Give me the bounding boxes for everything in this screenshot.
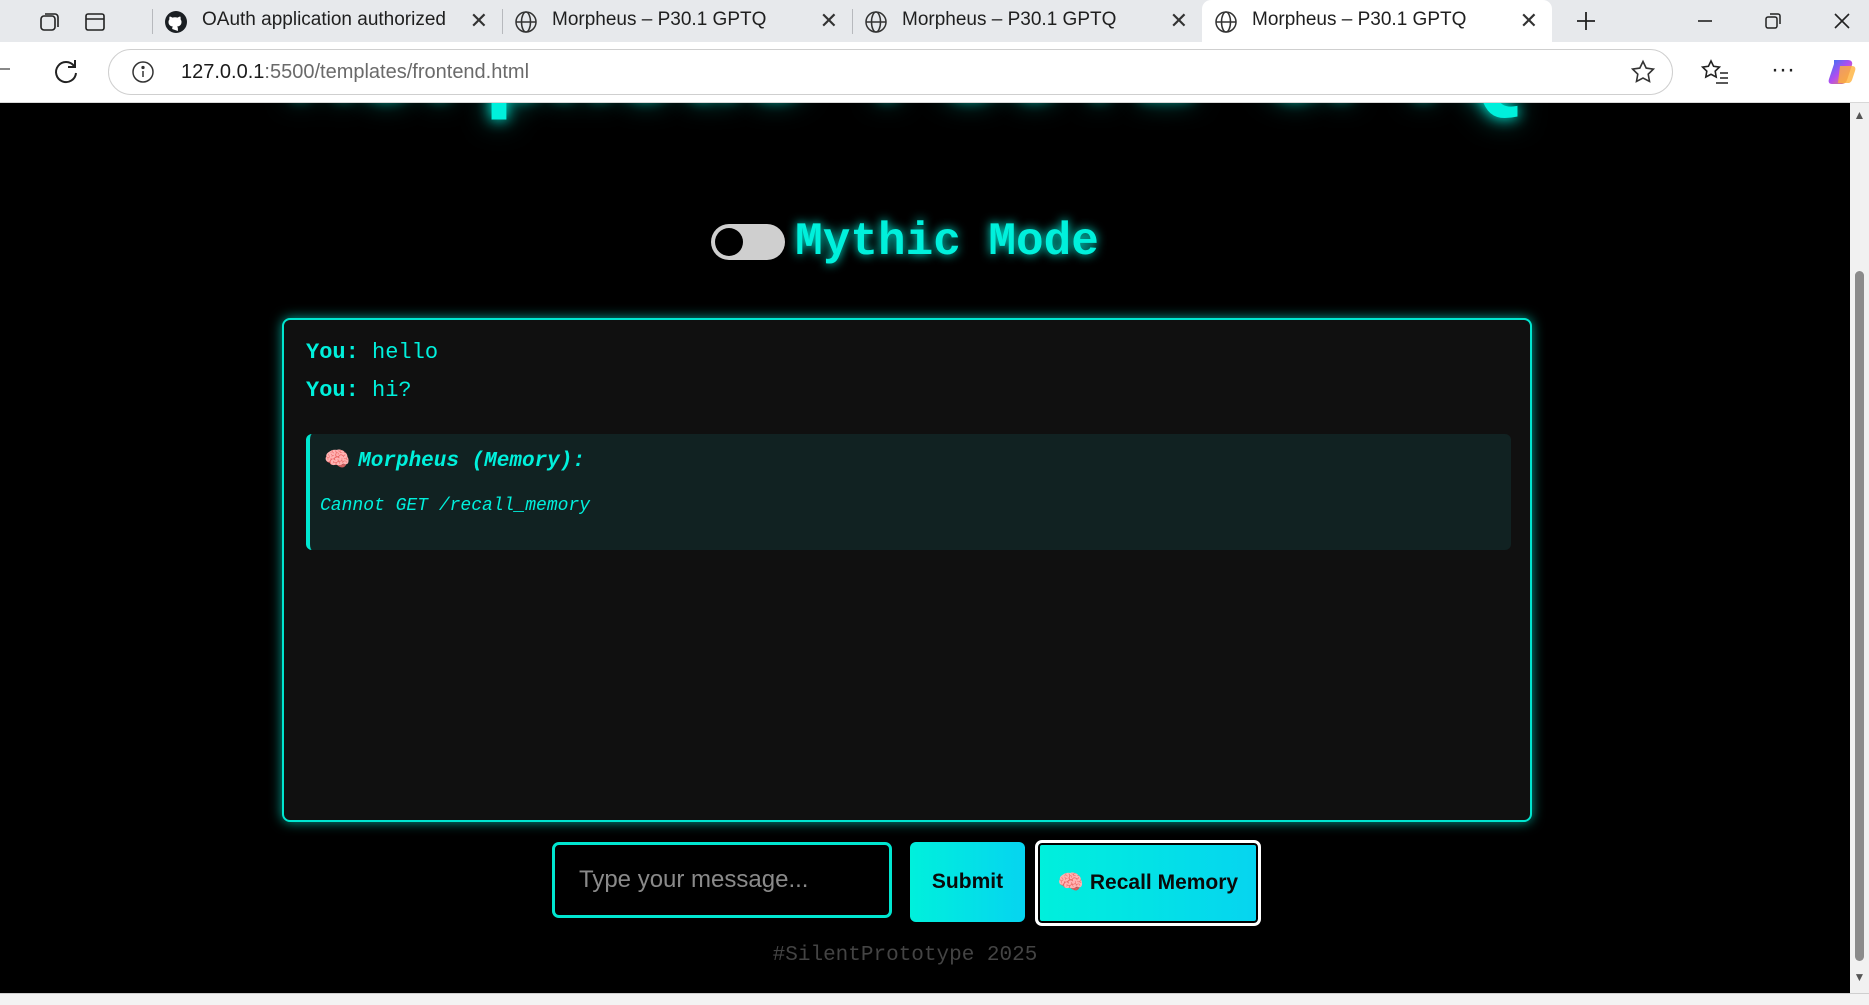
scroll-down-icon[interactable]: ▼ — [1853, 971, 1866, 984]
tab-morpheus-active[interactable]: Morpheus – P30.1 GPTQ ✕ — [1202, 0, 1552, 42]
tab-title: Morpheus – P30.1 GPTQ — [1252, 9, 1467, 30]
url-path: :5500/templates/frontend.html — [264, 61, 530, 83]
tab-separator — [152, 9, 153, 34]
globe-icon — [864, 10, 888, 34]
minimize-icon[interactable] — [1685, 4, 1725, 38]
more-options-icon[interactable]: ··· — [1768, 58, 1798, 84]
url-text[interactable]: 127.0.0.1:5500/templates/frontend.html — [181, 61, 529, 84]
favorites-list-icon[interactable] — [1700, 58, 1730, 86]
memory-response-card: 🧠 Morpheus (Memory): Cannot GET /recall_m… — [306, 434, 1511, 550]
page-viewport: Morpheus P30.1 GPTQ Mythic Mode You: hel… — [0, 103, 1850, 993]
window-bottom-edge — [0, 993, 1869, 1005]
tab-morpheus-1[interactable]: Morpheus – P30.1 GPTQ ✕ — [502, 0, 852, 42]
scroll-up-icon[interactable]: ▲ — [1853, 109, 1866, 122]
workspaces-icon[interactable] — [32, 5, 66, 39]
address-toolbar: 127.0.0.1:5500/templates/frontend.html ·… — [0, 42, 1869, 103]
mythic-mode-toggle[interactable] — [711, 224, 786, 260]
mythic-mode-label: Mythic Mode — [795, 216, 1099, 268]
input-row: Submit 🧠 Recall Memory — [0, 839, 1810, 926]
refresh-icon[interactable] — [50, 56, 82, 88]
address-bar[interactable]: 127.0.0.1:5500/templates/frontend.html — [108, 49, 1673, 95]
chat-message: You: hello — [306, 340, 438, 365]
vertical-tabs-icon[interactable] — [78, 5, 112, 39]
new-tab-icon[interactable] — [1566, 4, 1606, 38]
tab-title: OAuth application authorized — [202, 9, 446, 30]
brain-icon: 🧠 — [324, 450, 351, 473]
recall-memory-button[interactable]: 🧠 Recall Memory — [1035, 840, 1261, 926]
page-title: Morpheus P30.1 GPTQ — [0, 103, 1810, 130]
memory-heading-text: Morpheus (Memory): — [358, 450, 585, 473]
tab-separator — [502, 9, 503, 34]
tab-morpheus-2[interactable]: Morpheus – P30.1 GPTQ ✕ — [852, 0, 1202, 42]
browser-tab-strip: OAuth application authorized ✕ Morpheus … — [0, 0, 1869, 42]
submit-button[interactable]: Submit — [910, 842, 1025, 922]
footer-tag: #SilentPrototype 2025 — [772, 944, 1038, 967]
close-window-icon[interactable] — [1822, 4, 1862, 38]
message-input[interactable] — [552, 842, 892, 918]
globe-icon — [1214, 10, 1238, 34]
tab-title: Morpheus – P30.1 GPTQ — [552, 9, 767, 30]
url-host: 127.0.0.1 — [181, 61, 265, 83]
back-icon[interactable] — [0, 68, 10, 70]
message-speaker: You: — [306, 340, 359, 365]
memory-heading: 🧠 Morpheus (Memory): — [324, 448, 585, 473]
favorite-star-icon[interactable] — [1630, 59, 1656, 85]
close-tab-icon[interactable]: ✕ — [470, 8, 488, 34]
chat-log[interactable]: You: hello You: hi? 🧠 Morpheus (Memory): … — [282, 318, 1532, 822]
page-scrollbar[interactable]: ▲ ▼ — [1850, 103, 1869, 993]
message-text: hello — [372, 340, 439, 365]
scrollbar-thumb[interactable] — [1855, 271, 1864, 961]
close-tab-icon[interactable]: ✕ — [1170, 8, 1188, 34]
tab-separator — [852, 9, 853, 34]
chat-message: You: hi? — [306, 378, 412, 403]
tab-oauth[interactable]: OAuth application authorized ✕ — [152, 0, 502, 42]
site-info-icon[interactable] — [131, 60, 155, 84]
message-text: hi? — [372, 378, 412, 403]
message-speaker: You: — [306, 378, 359, 403]
globe-icon — [514, 10, 538, 34]
github-icon — [164, 10, 188, 34]
copilot-icon[interactable] — [1826, 56, 1860, 88]
tab-title: Morpheus – P30.1 GPTQ — [902, 9, 1117, 30]
toggle-knob — [715, 228, 744, 256]
brain-icon: 🧠 — [1057, 871, 1085, 894]
recall-memory-label: Recall Memory — [1089, 871, 1239, 894]
close-tab-icon[interactable]: ✕ — [1520, 8, 1538, 34]
memory-body: Cannot GET /recall_memory — [320, 496, 591, 516]
restore-icon[interactable] — [1753, 4, 1793, 38]
mythic-mode-row: Mythic Mode — [0, 216, 1810, 268]
close-tab-icon[interactable]: ✕ — [820, 8, 838, 34]
